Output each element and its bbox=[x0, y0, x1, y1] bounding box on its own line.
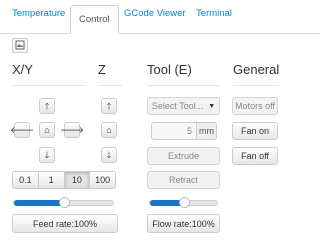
feed-rate-slider-handle[interactable] bbox=[58, 197, 70, 208]
jog-y-plus-button[interactable]: 🡑 bbox=[39, 98, 55, 114]
arrow-right-icon: 🡒 bbox=[59, 124, 85, 135]
step-10-button[interactable]: 10 bbox=[63, 171, 91, 189]
select-tool-dropdown[interactable]: Select Tool... ▼ bbox=[147, 97, 220, 115]
jog-x-plus-button[interactable]: 🡒 bbox=[60, 122, 84, 138]
fan-off-button[interactable]: Fan off bbox=[232, 147, 278, 165]
flow-rate-slider[interactable] bbox=[149, 197, 218, 208]
feed-rate-button[interactable]: Feed rate:100% bbox=[12, 214, 118, 233]
flow-rate-slider-handle[interactable] bbox=[178, 197, 190, 208]
webcam-toggle-button[interactable] bbox=[12, 38, 28, 53]
general-section-title: General bbox=[233, 62, 280, 77]
tab-temperature[interactable]: Temperature bbox=[12, 8, 65, 19]
caret-down-icon: ▼ bbox=[208, 102, 216, 110]
jog-y-minus-button[interactable]: 🡓 bbox=[39, 147, 55, 163]
home-xy-button[interactable]: ⌂ bbox=[39, 122, 55, 138]
tab-bar: Temperature Control GCode Viewer Termina… bbox=[0, 0, 320, 34]
home-z-button[interactable]: ⌂ bbox=[101, 122, 117, 138]
retract-button[interactable]: Retract bbox=[147, 171, 220, 189]
arrow-up-icon: 🡑 bbox=[106, 100, 112, 111]
arrow-up-icon: 🡑 bbox=[44, 100, 50, 111]
motors-off-button[interactable]: Motors off bbox=[232, 97, 278, 115]
xy-section-title: X/Y bbox=[12, 62, 33, 77]
jog-z-plus-button[interactable]: 🡑 bbox=[101, 98, 117, 114]
step-1-button[interactable]: 1 bbox=[37, 171, 65, 189]
image-icon bbox=[15, 40, 25, 50]
flow-rate-button[interactable]: Flow rate:100% bbox=[147, 214, 220, 233]
arrow-down-icon: 🡓 bbox=[44, 149, 50, 160]
step-0-1-button[interactable]: 0.1 bbox=[12, 171, 39, 189]
general-divider bbox=[233, 85, 279, 86]
arrow-down-icon: 🡓 bbox=[106, 149, 112, 160]
z-divider bbox=[98, 85, 122, 86]
extrude-unit-addon: mm bbox=[197, 122, 217, 140]
step-size-group: 0.1 1 10 100 bbox=[12, 171, 116, 189]
feed-rate-slider-fill bbox=[14, 200, 64, 206]
arrow-left-icon: 🡐 bbox=[9, 124, 35, 135]
tab-control[interactable]: Control bbox=[70, 5, 119, 34]
step-100-button[interactable]: 100 bbox=[89, 171, 116, 189]
feed-rate-slider[interactable] bbox=[13, 197, 114, 208]
home-icon: ⌂ bbox=[106, 124, 112, 135]
fan-on-button[interactable]: Fan on bbox=[232, 122, 278, 140]
xy-divider bbox=[12, 85, 86, 86]
z-section-title: Z bbox=[98, 62, 106, 77]
tab-gcode-viewer[interactable]: GCode Viewer bbox=[124, 8, 186, 19]
jog-z-minus-button[interactable]: 🡓 bbox=[101, 147, 117, 163]
extrude-amount-input[interactable]: 5 bbox=[151, 122, 197, 140]
jog-x-minus-button[interactable]: 🡐 bbox=[10, 122, 34, 138]
home-icon: ⌂ bbox=[44, 124, 50, 135]
tool-divider bbox=[147, 85, 219, 86]
tab-terminal[interactable]: Terminal bbox=[196, 8, 232, 19]
select-tool-label: Select Tool... bbox=[151, 101, 204, 111]
tool-section-title: Tool (E) bbox=[147, 62, 192, 77]
extrude-button[interactable]: Extrude bbox=[147, 147, 220, 165]
